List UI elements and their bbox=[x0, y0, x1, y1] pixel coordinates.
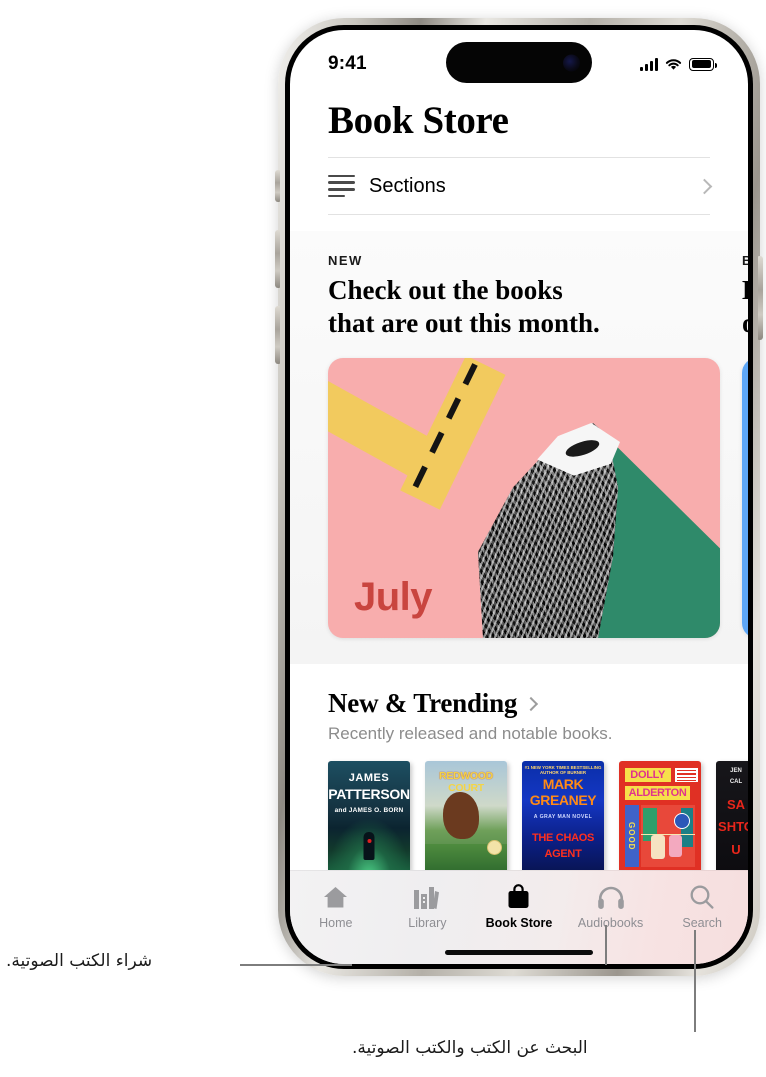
shopping-bag-icon bbox=[506, 883, 531, 911]
callout-leader-audiobooks bbox=[240, 964, 352, 966]
callout-label-search: البحث عن الكتب والكتب الصوتية. bbox=[352, 1038, 588, 1058]
book-cover-item[interactable]: #1 NEW YORK TIMES BESTSELLING AUTHOR OF … bbox=[522, 761, 604, 873]
magnifier-icon bbox=[689, 883, 715, 911]
feature-artwork-july[interactable]: July bbox=[328, 358, 720, 638]
callout-leader-search bbox=[694, 930, 696, 1032]
book-cover-item[interactable]: JAMES PATTERSON and JAMES O. BORN bbox=[328, 761, 410, 873]
book-author-line: ALDERTON bbox=[628, 786, 687, 799]
book-author-line: DOLLY bbox=[630, 768, 666, 781]
sections-label: Sections bbox=[369, 174, 446, 197]
tab-book-store[interactable]: Book Store bbox=[473, 883, 565, 930]
book-cover-item[interactable]: JEN CAL SA SHTO U bbox=[716, 761, 748, 873]
book-carousel[interactable]: JAMES PATTERSON and JAMES O. BORN REDWOO… bbox=[328, 761, 748, 873]
book-author-line: and JAMES O. BORN bbox=[334, 806, 404, 814]
chevron-right-icon bbox=[524, 696, 539, 711]
tab-search[interactable]: Search bbox=[656, 883, 748, 930]
status-clock: 9:41 bbox=[328, 53, 367, 74]
cover-blurb-box bbox=[674, 767, 698, 783]
callout-leader-audiobooks-vertical bbox=[605, 925, 607, 965]
book-title-line: GOOD bbox=[627, 821, 637, 851]
feature-title: Check out the books that are out this mo… bbox=[328, 275, 600, 338]
feature-kicker: NEW bbox=[328, 253, 363, 268]
iphone-device-frame: 9:41 Book Store Sections NEW Check out t… bbox=[275, 18, 763, 976]
feature-card-next[interactable]: BE B o bbox=[742, 253, 748, 638]
book-cover-item[interactable]: DOLLY ALDERTON GOOD bbox=[619, 761, 701, 873]
book-title-line: SHTO bbox=[718, 819, 748, 835]
section-subtitle: Recently released and notable books. bbox=[328, 724, 613, 743]
sections-row[interactable]: Sections bbox=[328, 157, 713, 215]
books-icon bbox=[413, 883, 441, 911]
featured-carousel[interactable]: NEW Check out the books that are out thi… bbox=[290, 231, 748, 664]
tab-label: Book Store bbox=[485, 916, 553, 930]
book-author-line: MARK bbox=[542, 775, 584, 792]
front-camera-icon bbox=[563, 54, 580, 71]
book-author-line: GREANEY bbox=[529, 792, 597, 809]
list-lines-icon bbox=[328, 174, 355, 198]
wifi-icon bbox=[665, 59, 682, 70]
book-blurb-line: #1 NEW YORK TIMES BESTSELLING AUTHOR OF … bbox=[524, 765, 602, 776]
section-title: New & Trending bbox=[328, 688, 518, 718]
book-title-line: REDWOOD bbox=[439, 769, 493, 782]
feature-artwork-next[interactable] bbox=[742, 358, 748, 638]
headphones-icon bbox=[597, 883, 625, 911]
screenshot-canvas: 9:41 Book Store Sections NEW Check out t… bbox=[0, 0, 766, 1077]
home-indicator[interactable] bbox=[445, 950, 593, 955]
book-author-line: CAL bbox=[729, 778, 743, 785]
tab-home[interactable]: Home bbox=[290, 883, 382, 930]
dynamic-island bbox=[446, 42, 592, 83]
new-and-trending-section: New & Trending Recently released and not… bbox=[290, 664, 748, 873]
device-bezel: 9:41 Book Store Sections NEW Check out t… bbox=[285, 25, 753, 969]
book-title-line: JAMES bbox=[348, 772, 390, 785]
status-bar: 9:41 bbox=[290, 30, 748, 84]
figure-silhouette-icon bbox=[363, 831, 375, 860]
mountain-illustration bbox=[478, 423, 720, 638]
status-indicators bbox=[640, 57, 717, 71]
cover-portrait bbox=[443, 792, 480, 840]
page-header: Book Store Sections bbox=[290, 84, 748, 215]
volume-down-button[interactable] bbox=[275, 306, 280, 364]
book-title-line: COURT bbox=[448, 782, 484, 795]
book-author-line: JEN bbox=[730, 767, 742, 774]
tab-label: Home bbox=[319, 916, 353, 930]
book-title-line: SA bbox=[726, 796, 746, 812]
silence-switch[interactable] bbox=[275, 170, 280, 202]
volume-up-button[interactable] bbox=[275, 230, 280, 288]
home-icon bbox=[322, 883, 349, 911]
chevron-right-icon bbox=[696, 178, 713, 194]
callout-label-audiobooks: شراء الكتب الصوتية. bbox=[6, 951, 153, 971]
book-title-line: THE CHAOS bbox=[531, 831, 595, 844]
tab-library[interactable]: Library bbox=[382, 883, 474, 930]
tab-label: Audiobooks bbox=[577, 916, 644, 930]
device-screen: 9:41 Book Store Sections NEW Check out t… bbox=[290, 30, 748, 964]
feature-card-new[interactable]: NEW Check out the books that are out thi… bbox=[328, 253, 720, 638]
book-cover-item[interactable]: REDWOOD COURT bbox=[425, 761, 507, 873]
feature-art-label: July bbox=[354, 575, 433, 619]
side-power-button[interactable] bbox=[758, 256, 763, 340]
book-title-line: PATTERSON bbox=[328, 785, 410, 802]
page-title: Book Store bbox=[328, 99, 509, 142]
signal-bars-icon bbox=[640, 57, 658, 71]
book-series-line: A GRAY MAN NOVEL bbox=[533, 813, 593, 820]
book-title-line: U bbox=[731, 841, 741, 857]
section-header[interactable]: New & Trending bbox=[328, 688, 710, 719]
feature-title-next: B o bbox=[742, 274, 748, 344]
tab-label: Search bbox=[682, 916, 722, 930]
battery-icon bbox=[689, 57, 717, 71]
cover-illustration bbox=[641, 804, 696, 868]
feature-kicker-next: BE bbox=[742, 253, 748, 268]
tab-label: Library bbox=[408, 916, 447, 930]
book-title-line: AGENT bbox=[544, 848, 582, 861]
tab-audiobooks[interactable]: Audiobooks bbox=[565, 883, 657, 930]
